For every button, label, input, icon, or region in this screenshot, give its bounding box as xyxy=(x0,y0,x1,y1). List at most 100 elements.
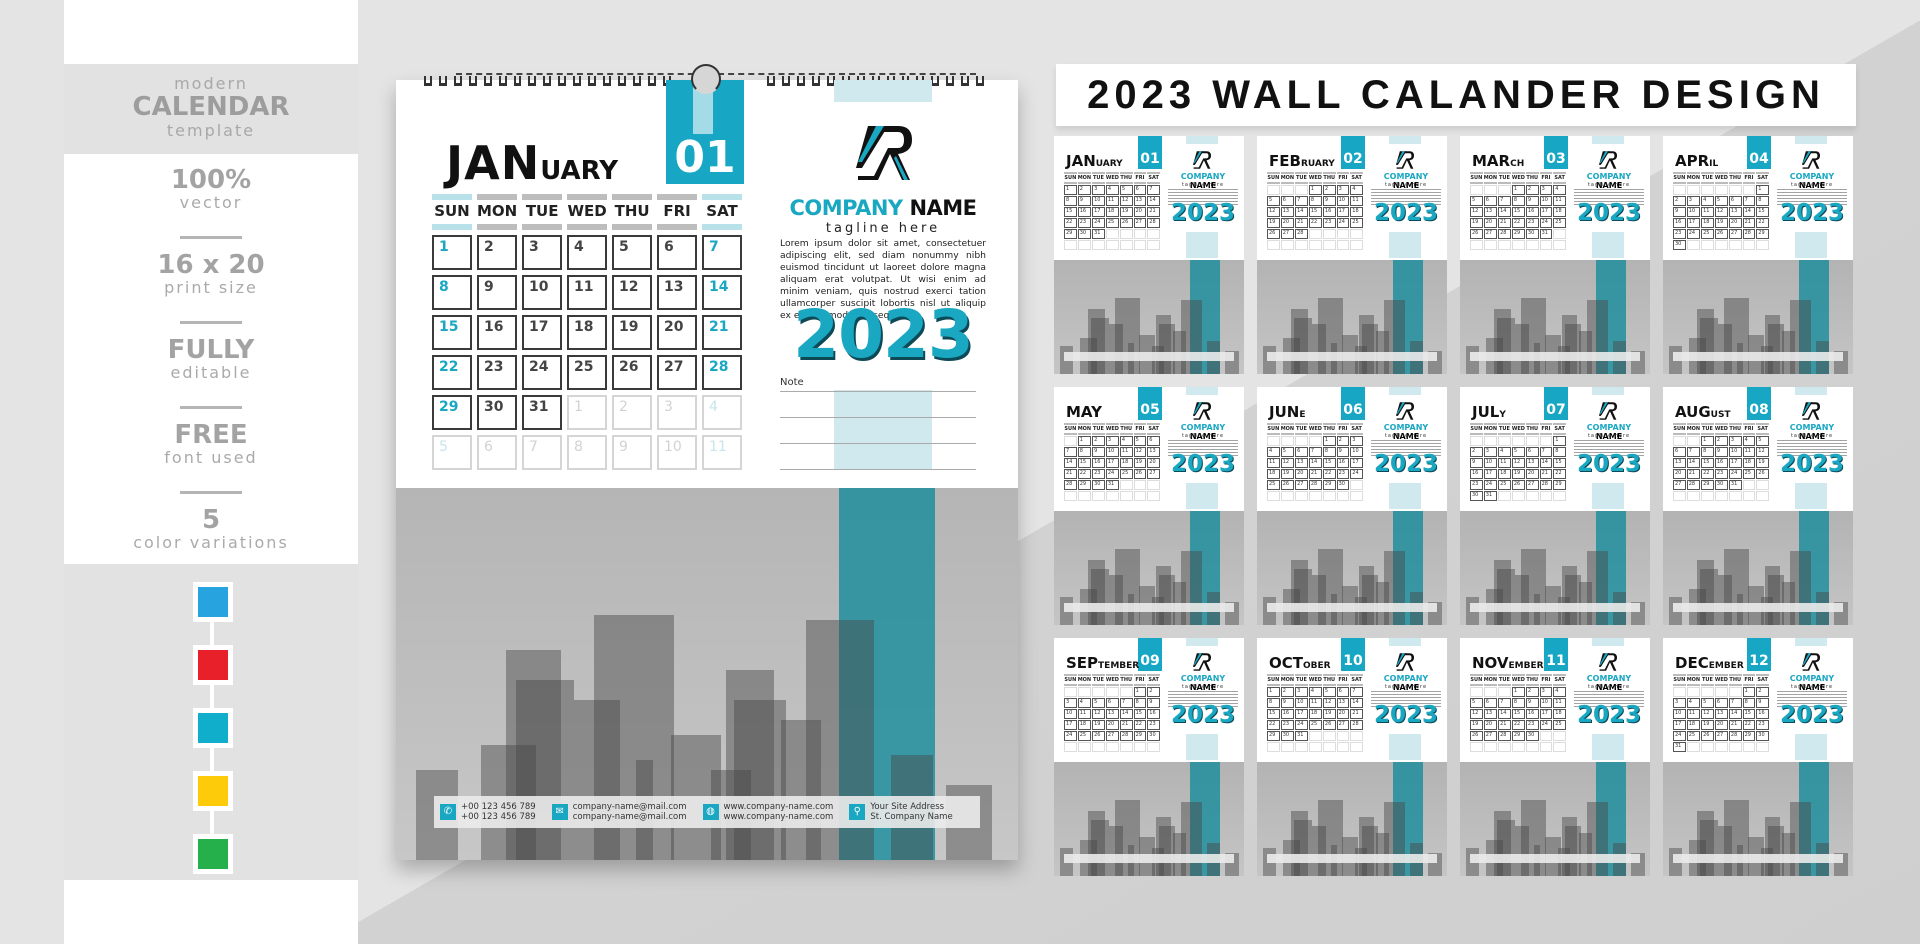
day-cell[interactable]: 7 xyxy=(702,235,742,270)
day-cell: 27 xyxy=(1105,731,1119,741)
day-cell[interactable]: 7 xyxy=(522,435,562,470)
day-cell[interactable]: 22 xyxy=(432,355,472,390)
weekday: TUE xyxy=(1498,172,1511,184)
day-cell: 7 xyxy=(1308,447,1322,457)
day-cell[interactable]: 28 xyxy=(702,355,742,390)
thumbnail-dec[interactable]: 12 DECEMBER SUN MON TUE WED THU FRI SAT 1 2 3 4 5 6 7… xyxy=(1663,638,1853,876)
day-cell[interactable]: 21 xyxy=(702,315,742,350)
day-cell[interactable]: 26 xyxy=(612,355,652,390)
day-cell[interactable]: 4 xyxy=(702,395,742,430)
thumbnail-apr[interactable]: 04 APRIL SUN MON TUE WED THU FRI SAT 1 2 3 4 5 6 7 8 9 1… xyxy=(1663,136,1853,374)
day-cell: 31 xyxy=(1673,742,1686,752)
day-cell[interactable]: 1 xyxy=(432,235,472,270)
day-cell xyxy=(1470,240,1483,250)
day-cell: 5 xyxy=(1092,698,1105,708)
day-cell[interactable]: 11 xyxy=(567,275,607,310)
day-cell xyxy=(1119,742,1133,752)
thumbnail-sep[interactable]: 09 SEPTEMBER SUN MON TUE WED THU FRI SAT 1 2 3 4 5 6… xyxy=(1054,638,1244,876)
day-cell[interactable]: 11 xyxy=(702,435,742,470)
day-cell: 1 xyxy=(1077,436,1092,446)
day-cell[interactable]: 2 xyxy=(477,235,517,270)
day-cell[interactable]: 1 xyxy=(567,395,607,430)
day-cell: 7 xyxy=(1147,185,1160,195)
day-cell[interactable]: 20 xyxy=(657,315,697,350)
swatch-cyan[interactable] xyxy=(193,708,233,748)
weekday: WED xyxy=(1511,423,1525,435)
day-cell[interactable]: 27 xyxy=(657,355,697,390)
thumbnail-jun[interactable]: 06 JUNE SUN MON TUE WED THU FRI SAT 1 2 3 4 5 6 7 8 9 10… xyxy=(1257,387,1447,625)
cityscape-graphic xyxy=(1054,260,1244,374)
day-cell[interactable]: 9 xyxy=(612,435,652,470)
day-cell[interactable]: 3 xyxy=(522,235,562,270)
cityscape-graphic xyxy=(1460,511,1650,625)
day-cell: 18 xyxy=(1105,207,1119,217)
day-cell[interactable]: 5 xyxy=(612,235,652,270)
day-cell[interactable]: 8 xyxy=(567,435,607,470)
weekday: THU xyxy=(1525,674,1539,686)
day-cell[interactable]: 6 xyxy=(477,435,517,470)
day-cell[interactable]: 29 xyxy=(432,395,472,430)
day-cell[interactable]: 18 xyxy=(567,315,607,350)
thumbnail-may[interactable]: 05 MAY SUN MON TUE WED THU FRI SAT 1 2 3 4 5 6 7 8 9 10 1… xyxy=(1054,387,1244,625)
sidebar-title-block: modern CALENDAR template xyxy=(64,64,358,154)
company-logo-icon xyxy=(1801,402,1821,420)
thumbnail-jul[interactable]: 07 JULY SUN MON TUE WED THU FRI SAT 1 2 3 4 5 6 7 8 9 10… xyxy=(1460,387,1650,625)
weekday: THU xyxy=(1728,423,1742,435)
day-cell[interactable]: 5 xyxy=(432,435,472,470)
day-cell[interactable]: 2 xyxy=(612,395,652,430)
day-cell xyxy=(1064,491,1077,501)
day-cell[interactable]: 4 xyxy=(567,235,607,270)
day-cell[interactable]: 14 xyxy=(702,275,742,310)
day-cell xyxy=(1295,491,1308,501)
day-cell[interactable]: 3 xyxy=(657,395,697,430)
day-cell[interactable]: 10 xyxy=(522,275,562,310)
swatch-red[interactable] xyxy=(193,645,233,685)
thumbnail-oct[interactable]: 10 OCTOBER SUN MON TUE WED THU FRI SAT 1 2 3 4 5 6 7 8… xyxy=(1257,638,1447,876)
day-cell[interactable]: 24 xyxy=(522,355,562,390)
weekday: SAT xyxy=(1553,674,1566,686)
day-cell xyxy=(1498,742,1511,752)
swatch-blue[interactable] xyxy=(193,582,233,622)
day-cell: 1 xyxy=(1511,687,1525,697)
day-cell: 8 xyxy=(1322,447,1336,457)
day-cell: 16 xyxy=(1673,218,1686,228)
day-cell: 9 xyxy=(1525,698,1539,708)
feature-print-size: 16 x 20 print size xyxy=(64,239,358,321)
company-logo-icon xyxy=(1801,151,1821,169)
day-cell[interactable]: 15 xyxy=(432,315,472,350)
day-cell xyxy=(1280,185,1295,195)
day-cell[interactable]: 13 xyxy=(657,275,697,310)
swatch-green[interactable] xyxy=(193,834,233,874)
day-cell: 13 xyxy=(1483,709,1498,719)
day-cell[interactable]: 17 xyxy=(522,315,562,350)
day-cell: 12 xyxy=(1092,709,1105,719)
day-cell xyxy=(1077,491,1092,501)
day-cell[interactable]: 23 xyxy=(477,355,517,390)
day-cell[interactable]: 25 xyxy=(567,355,607,390)
day-cell xyxy=(1295,240,1308,250)
calendar-grid: SUN MON TUE WED THU FRI SAT 1 2 3 4 5 6 7 8 9 10 11 12 13 14… xyxy=(1470,172,1566,250)
thumbnail-nov[interactable]: 11 NOVEMBER SUN MON TUE WED THU FRI SAT 1 2 3 4 5 6 7… xyxy=(1460,638,1650,876)
day-cell[interactable]: 16 xyxy=(477,315,517,350)
thumbnail-jan[interactable]: 01 JANUARY SUN MON TUE WED THU FRI SAT 1 2 3 4 5 6 7 8… xyxy=(1054,136,1244,374)
day-cell[interactable]: 31 xyxy=(522,395,562,430)
day-cell[interactable]: 30 xyxy=(477,395,517,430)
building-shape xyxy=(1587,801,1609,876)
contact-line: company-name@mail.com xyxy=(572,812,687,822)
thumbnail-mar[interactable]: 03 MARCH SUN MON TUE WED THU FRI SAT 1 2 3 4 5 6 7 8 9 1… xyxy=(1460,136,1650,374)
swatch-yellow[interactable] xyxy=(193,771,233,811)
day-cell: 13 xyxy=(1483,207,1498,217)
day-cell[interactable]: 12 xyxy=(612,275,652,310)
day-cell[interactable]: 9 xyxy=(477,275,517,310)
day-cell[interactable]: 8 xyxy=(432,275,472,310)
feature-value: FULLY xyxy=(167,335,255,365)
day-cell xyxy=(1714,491,1728,501)
day-cell[interactable]: 10 xyxy=(657,435,697,470)
day-cell: 17 xyxy=(1673,720,1686,730)
thumbnail-feb[interactable]: 02 FEBRUARY SUN MON TUE WED THU FRI SAT 1 2 3 4 5 6 7… xyxy=(1257,136,1447,374)
day-cell[interactable]: 6 xyxy=(657,235,697,270)
thumbnail-aug[interactable]: 08 AUGUST SUN MON TUE WED THU FRI SAT 1 2 3 4 5 6 7 8 9… xyxy=(1663,387,1853,625)
day-cell: 7 xyxy=(1742,196,1756,206)
day-cell[interactable]: 19 xyxy=(612,315,652,350)
day-cell: 5 xyxy=(1133,436,1147,446)
